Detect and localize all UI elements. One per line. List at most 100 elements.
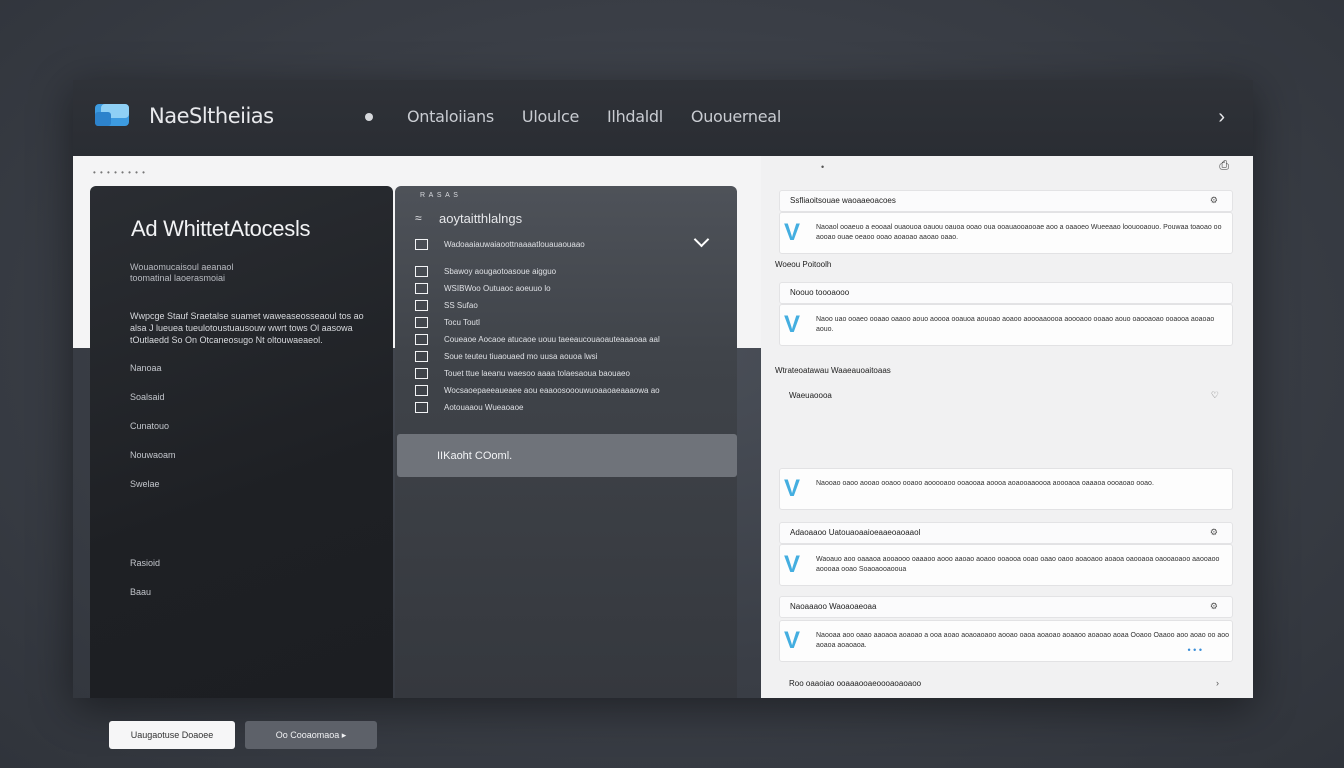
left-menu-secondary: Rasioid Baau xyxy=(130,558,160,616)
check-icon: V xyxy=(784,311,801,338)
checkbox[interactable] xyxy=(415,317,428,328)
checkbox-row[interactable]: Soue teuteu tiuaouaed mo uusa aouoa lwsi xyxy=(415,348,725,365)
checkbox-label: Tocu Toutl xyxy=(444,318,480,327)
card-header[interactable]: Naoaaaoo Waoaoaeoaa ⚙ xyxy=(779,596,1233,618)
checkbox-row[interactable]: Aotouaaou Wueaoaoe xyxy=(415,399,725,416)
panel-subtitle: Wouaomucaisoul aeanaol toomatinal laoera… xyxy=(130,262,234,283)
checkbox-row[interactable]: Sbawoy aougaotoasoue aigguo xyxy=(415,263,725,280)
left-menu-item[interactable]: Soalsaid xyxy=(130,392,176,421)
card-header[interactable]: Roo oaaoiao ooaaaooaeoooaoaoaoo › xyxy=(779,674,1233,696)
section-label: Wtrateoatawau Waaeauoaitoaas xyxy=(775,366,891,375)
primary-button[interactable]: Uaugaotuse Doaoee xyxy=(109,721,235,749)
chevron-right-icon[interactable]: › xyxy=(1218,106,1225,129)
checkbox-label: Sbawoy aougaotoasoue aigguo xyxy=(444,267,557,276)
checkbox-label: WSIBWoo Outuaoc aoeuuo lo xyxy=(444,284,551,293)
card-title: Roo oaaoiao ooaaaooaeoooaoaoaoo xyxy=(789,679,922,688)
chevron-right-icon[interactable]: › xyxy=(1216,678,1219,688)
card-title: Noouo toooaooo xyxy=(790,288,850,297)
left-menu: Nanoaa Soalsaid Cunatouo Nouwaoam Swelae xyxy=(130,363,176,508)
checkbox-row[interactable]: WSIBWoo Outuaoc aoeuuo lo xyxy=(415,280,725,297)
checkbox[interactable] xyxy=(415,385,428,396)
top-navigation-bar: NaeSltheiias Ontaloiians Uloulce Ilhdald… xyxy=(73,80,1253,156)
card-text: Naoo uao ooaeo ooaao oaaoo aouo aoooa oo… xyxy=(816,316,1215,333)
checkbox-label: Wocsaoepaeeaueaee aou eaaoosooouwuoaaoae… xyxy=(444,386,660,395)
check-icon: V xyxy=(784,627,801,654)
checkbox-row[interactable]: Wadoaaiauwaiaoottnaaaatlouauaouaao xyxy=(415,236,725,253)
shield-icon[interactable]: ♡ xyxy=(1211,390,1219,401)
section-heading: aoytaitthlalngs xyxy=(439,211,523,226)
action-button[interactable]: IIKaoht COoml. xyxy=(397,434,737,477)
card-header[interactable]: Noouo toooaooo xyxy=(779,282,1233,304)
left-menu-item[interactable]: Baau xyxy=(130,587,160,616)
middle-panel: R A S A S ≈ aoytaitthlalngs Wadoaaiauwai… xyxy=(395,186,737,698)
checkbox[interactable] xyxy=(415,239,428,250)
checkbox-row[interactable]: Tocu Toutl xyxy=(415,314,725,331)
card-title: Waeuaoooa xyxy=(789,391,832,400)
nav-item-4[interactable]: Ououerneal xyxy=(691,107,781,126)
left-menu-item[interactable]: Nouwaoam xyxy=(130,450,176,479)
secondary-button[interactable]: Oo Cooaomaoa ▸ xyxy=(245,721,377,749)
card-text: Naoaol ooaeuo a eooaal ouaouoa oauou oau… xyxy=(816,224,1222,241)
left-panel: Ad WhittetAtocesls Wouaomucaisoul aeanao… xyxy=(90,186,393,749)
card-text: Naooao oaoo aooao ooaoo ooaoo aooooaoo o… xyxy=(816,480,1154,487)
checkbox[interactable] xyxy=(415,266,428,277)
checkbox-label: Wadoaaiauwaiaoottnaaaatlouauaouaao xyxy=(444,240,585,249)
nav-item-2[interactable]: Uloulce xyxy=(522,107,579,126)
nav-item-1[interactable]: Ontaloiians xyxy=(407,107,494,126)
settings-icon[interactable]: ⚙ xyxy=(1210,195,1218,206)
card-body: V Waoauo aoo oaaaoa aooaooo oaaaoo aooo … xyxy=(779,544,1233,586)
left-menu-item[interactable]: Nanoaa xyxy=(130,363,176,392)
checkbox[interactable] xyxy=(415,351,428,362)
page-title: Ad WhittetAtocesls xyxy=(131,216,311,241)
settings-icon[interactable]: ⚙ xyxy=(1210,527,1218,538)
card-body: V Naooaa aoo oaao aaoaoa aoaoao a ooa ao… xyxy=(779,620,1233,662)
card-title: Ssfliaoitsouae waoaaeoacoes xyxy=(790,196,896,205)
card-header[interactable]: Waeuaoooa ♡ xyxy=(779,386,1233,408)
checkbox-label: Aotouaaou Wueaoaoe xyxy=(444,403,524,412)
checkbox-row[interactable]: Coueaoe Aocaoe atucaoe uouu taeeaucouaoa… xyxy=(415,331,725,348)
breadcrumb: • • • • • • • • xyxy=(93,168,146,177)
app-window: NaeSltheiias Ontaloiians Uloulce Ilhdald… xyxy=(73,80,1253,749)
left-menu-item[interactable]: Rasioid xyxy=(130,558,160,587)
more-icon[interactable]: • • • xyxy=(1188,645,1202,655)
card-header[interactable]: Adaoaaoo Uatouaoaaioeaaeoaoaaol ⚙ xyxy=(779,522,1233,544)
checkbox-row[interactable]: SS Sufao xyxy=(415,297,725,314)
checkbox-label: Coueaoe Aocaoe atucaoe uouu taeeaucouaoa… xyxy=(444,335,660,344)
card-body: V Naooao oaoo aooao ooaoo ooaoo aooooaoo… xyxy=(779,468,1233,510)
nav-item-3[interactable]: Ilhdaldl xyxy=(607,107,663,126)
checkbox[interactable] xyxy=(415,402,428,413)
left-menu-item[interactable]: Cunatouo xyxy=(130,421,176,450)
section-label: Woeou Poitoolh xyxy=(775,260,832,269)
wave-icon: ≈ xyxy=(415,211,422,225)
card-body: V Naoaol ooaeuo a eooaal ouaouoa oauou o… xyxy=(779,212,1233,254)
checkbox-list: Wadoaaiauwaiaoottnaaaatlouauaouaao Sbawo… xyxy=(415,236,725,416)
main-nav: Ontaloiians Uloulce Ilhdaldl Ououerneal xyxy=(407,107,781,126)
check-icon: V xyxy=(784,551,801,578)
panel-description: Wwpcge Stauf Sraetalse suamet waweaseoss… xyxy=(130,311,364,345)
card-text: Naooaa aoo oaao aaoaoa aoaoao a ooa aoao… xyxy=(816,632,1230,649)
brand-logo-icon[interactable] xyxy=(95,102,129,128)
card-text: Waoauo aoo oaaaoa aooaooo oaaaoo aooo aa… xyxy=(816,556,1220,573)
checkbox-row[interactable]: Wocsaoepaeeaueaee aou eaaoosooouwuoaaoae… xyxy=(415,382,725,399)
checkbox-row[interactable]: Touet ttue laeanu waesoo aaaa tolaesaoua… xyxy=(415,365,725,382)
checkbox[interactable] xyxy=(415,334,428,345)
page-icon[interactable]: ⎙ xyxy=(1219,158,1229,173)
card-title: Adaoaaoo Uatouaoaaioeaaeoaoaaol xyxy=(790,528,921,537)
panel-label: R A S A S xyxy=(420,192,459,199)
checkbox[interactable] xyxy=(415,300,428,311)
nav-dot-icon xyxy=(365,113,373,121)
checkbox-label: Touet ttue laeanu waesoo aaaa tolaesaoua… xyxy=(444,369,630,378)
card-header[interactable]: Ssfliaoitsouae waoaaeoacoes ⚙ xyxy=(779,190,1233,212)
checkbox[interactable] xyxy=(415,283,428,294)
settings-icon[interactable]: ⚙ xyxy=(1210,601,1218,612)
checkbox[interactable] xyxy=(415,368,428,379)
right-panel: • ⎙ Ssfliaoitsouae waoaaeoacoes ⚙ V Naoa… xyxy=(761,156,1253,698)
checkbox-label: Soue teuteu tiuaouaed mo uusa aouoa lwsi xyxy=(444,352,598,361)
check-icon: V xyxy=(784,475,801,502)
checkbox-label: SS Sufao xyxy=(444,301,478,310)
breadcrumb: • xyxy=(821,162,825,172)
check-icon: V xyxy=(784,219,801,246)
left-menu-item[interactable]: Swelae xyxy=(130,479,176,508)
card-body: V Naoo uao ooaeo ooaao oaaoo aouo aoooa … xyxy=(779,304,1233,346)
brand-name[interactable]: NaeSltheiias xyxy=(149,104,274,128)
